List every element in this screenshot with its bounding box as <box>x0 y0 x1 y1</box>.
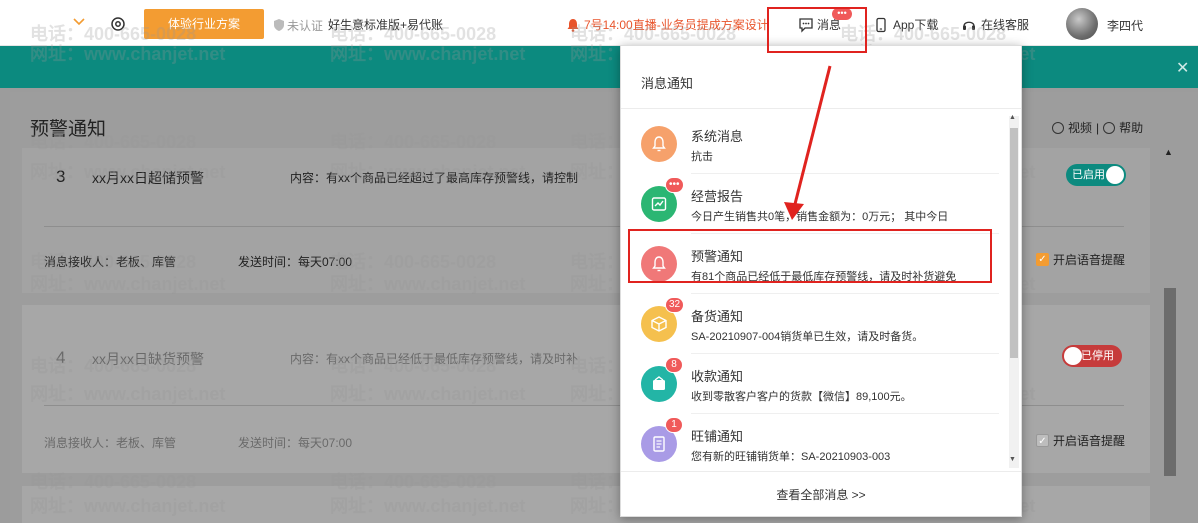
voice-reminder-checkbox[interactable]: ✓ 开启语音提醒 <box>1036 251 1125 268</box>
notification-desc: 抗击 <box>691 151 713 163</box>
toggle-label: 已停用 <box>1081 350 1114 362</box>
rule-number: 3 <box>56 167 66 186</box>
notification-desc: 今日产生销售共0笔，销售金额为：0万元； 其中今日 <box>691 211 949 223</box>
page-title: 预警通知 <box>30 119 107 140</box>
help-link[interactable]: 帮助 <box>1119 119 1143 136</box>
panel-title: 消息通知 <box>641 76 694 91</box>
voice-reminder-checkbox[interactable]: ✓ 开启语音提醒 <box>1036 432 1125 449</box>
unread-badge: 32 <box>665 297 685 313</box>
help-icon <box>1103 121 1116 134</box>
check-icon: ✓ <box>1036 434 1049 447</box>
scroll-up-arrow[interactable]: ▲ <box>1009 114 1016 121</box>
user-name[interactable]: 李四代 <box>1107 17 1143 34</box>
bell-icon <box>567 18 579 32</box>
notification-title: 经营报告 <box>691 189 744 204</box>
online-service-link[interactable]: 在线客服 <box>961 16 1029 33</box>
edition-label: 好生意标准版+易代账 <box>328 18 444 32</box>
voice-reminder-label: 开启语音提醒 <box>1053 253 1126 267</box>
notification-title: 收款通知 <box>691 369 744 384</box>
live-notice-link[interactable]: 7号14:00直播-业务员提成方案设计 <box>566 16 769 33</box>
toggle-label: 已启用 <box>1072 169 1105 181</box>
play-icon <box>1052 121 1064 134</box>
voice-reminder-label: 开启语音提醒 <box>1053 434 1126 448</box>
check-icon: ✓ <box>1036 253 1049 266</box>
app-download-label: App下载 <box>893 18 939 32</box>
app-download-link[interactable]: App下载 <box>873 16 938 33</box>
rule-title: xx月xx日缺货预警 <box>92 351 204 367</box>
cert-label: 未认证 <box>287 18 324 33</box>
view-all-messages-link[interactable]: 查看全部消息 >> <box>621 471 1021 517</box>
rule-content: 内容：有xx个商品已经超过了最高库存预警线，请控制 <box>290 171 579 185</box>
phone-icon <box>876 17 886 32</box>
shield-icon <box>274 19 284 31</box>
rule-receivers: 消息接收人：老板、库管 <box>44 436 177 450</box>
gear-icon[interactable] <box>108 14 128 34</box>
notification-item[interactable]: 1 旺铺通知您有新的旺铺销货单：SA-20210903-003 <box>629 414 1007 474</box>
live-notice-text: 7号14:00直播-业务员提成方案设计 <box>584 18 769 32</box>
certification-status[interactable]: 未认证 <box>273 16 323 34</box>
trial-industry-button[interactable]: 体验行业方案 <box>144 9 264 39</box>
link-separator: | <box>1096 120 1100 135</box>
bell-icon <box>641 126 677 162</box>
avatar[interactable] <box>1066 8 1098 40</box>
chevron-down-icon[interactable] <box>72 14 86 28</box>
toggle-knob <box>1064 347 1082 365</box>
scroll-up-arrow[interactable]: ▲ <box>1164 147 1173 157</box>
notification-desc: 您有新的旺铺销货单：SA-20210903-003 <box>691 451 891 463</box>
notification-item[interactable]: 8 收款通知收到零散客户客户的货款【微信】89,100元。 <box>629 354 1007 414</box>
scroll-down-arrow[interactable]: ▼ <box>1009 456 1016 463</box>
rule-title: xx月xx日超储预警 <box>92 170 204 186</box>
unread-badge: 8 <box>665 357 683 373</box>
top-header: 体验行业方案 未认证 好生意标准版+易代账 7号14:00直播-业务员提成方案设… <box>0 0 1198 46</box>
rule-send-time: 发送时间：每天07:00 <box>238 436 353 450</box>
rule-content: 内容：有xx个商品已经低于最低库存预警线，请及时补 <box>290 352 579 366</box>
notification-title: 备货通知 <box>691 309 744 324</box>
rule-send-time: 发送时间：每天07:00 <box>238 255 353 269</box>
notification-desc: 收到零散客户客户的货款【微信】89,100元。 <box>691 391 912 403</box>
page-links: 视频 | 帮助 <box>1052 119 1143 136</box>
highlight-box-warning-item <box>628 229 992 283</box>
rule-disabled-toggle[interactable]: 已停用 <box>1062 345 1122 367</box>
panel-scrollbar[interactable] <box>1010 128 1018 358</box>
notification-title: 旺铺通知 <box>691 429 744 444</box>
online-service-label: 在线客服 <box>981 18 1030 32</box>
page-scrollbar[interactable] <box>1164 288 1176 476</box>
video-link[interactable]: 视频 <box>1068 119 1092 136</box>
notification-item[interactable]: 32 备货通知 SA-20210907-004销货单已生效，请及时备货。 <box>629 294 1007 354</box>
rule-receivers: 消息接收人：老板、库管 <box>44 255 177 269</box>
headset-icon <box>963 21 975 30</box>
close-icon[interactable]: ✕ <box>1176 58 1189 78</box>
rule-number: 4 <box>56 348 66 367</box>
annotation-arrow-icon <box>784 65 832 220</box>
toggle-knob <box>1106 166 1124 184</box>
rule-enabled-toggle[interactable]: 已启用 <box>1066 164 1126 186</box>
notification-desc: SA-20210907-004销货单已生效，请及时备货。 <box>691 331 924 343</box>
notification-title: 系统消息 <box>691 129 744 144</box>
highlight-box-messages <box>767 7 867 53</box>
unread-badge: 1 <box>665 417 683 433</box>
unread-badge: ••• <box>665 177 684 193</box>
